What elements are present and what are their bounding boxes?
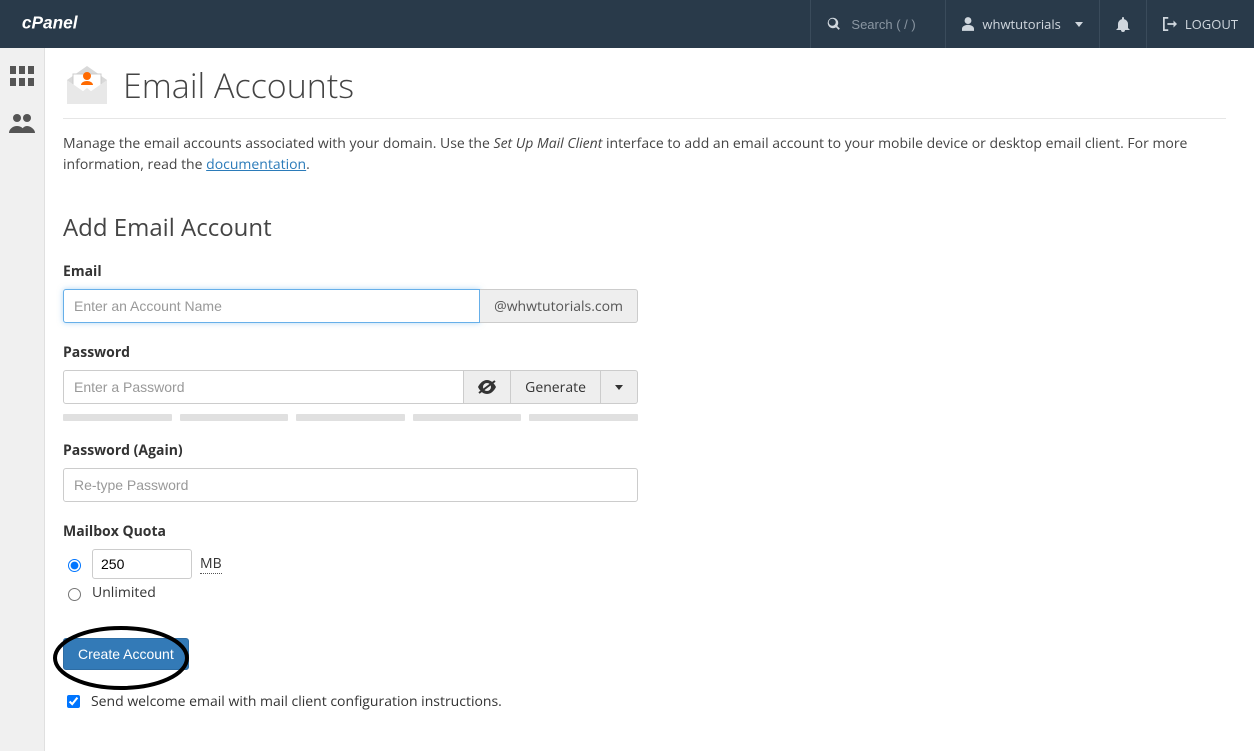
welcome-email-label: Send welcome email with mail client conf… — [91, 692, 502, 711]
email-accounts-icon — [63, 64, 111, 106]
notifications-button[interactable] — [1099, 0, 1146, 48]
logout-icon — [1163, 17, 1177, 31]
page-intro: Manage the email accounts associated wit… — [63, 133, 1226, 175]
password-group: Password Generate — [63, 343, 653, 421]
email-group: Email @whwtutorials.com — [63, 262, 653, 323]
grid-icon — [10, 66, 34, 86]
page-titlebar: Email Accounts — [63, 62, 1226, 119]
welcome-email-row: Send welcome email with mail client conf… — [63, 692, 1226, 711]
quota-unlimited-label: Unlimited — [92, 583, 156, 602]
quota-unlimited-radio[interactable] — [68, 588, 81, 601]
cpanel-logo[interactable]: cPanel — [0, 0, 138, 48]
sidebar-apps-button[interactable] — [10, 66, 34, 91]
documentation-link[interactable]: documentation — [206, 155, 306, 174]
generate-password-dropdown[interactable] — [601, 370, 638, 404]
chevron-down-icon — [615, 385, 623, 390]
welcome-email-checkbox[interactable] — [67, 695, 80, 708]
search-icon — [827, 17, 841, 31]
quota-unit: MB — [200, 554, 222, 574]
email-label: Email — [63, 262, 653, 281]
main-content: Email Accounts Manage the email accounts… — [44, 48, 1254, 751]
logout-button[interactable]: LOGOUT — [1146, 0, 1254, 48]
users-icon — [9, 113, 35, 133]
sidebar-users-button[interactable] — [9, 113, 35, 138]
quota-group: Mailbox Quota MB Unlimited — [63, 522, 653, 602]
quota-label: Mailbox Quota — [63, 522, 653, 541]
generate-password-button[interactable]: Generate — [511, 370, 601, 404]
create-account-highlight: Create Account — [63, 638, 189, 670]
search-input[interactable] — [849, 16, 929, 33]
password-strength-meter — [63, 414, 638, 421]
quota-value-input[interactable] — [92, 549, 192, 579]
left-sidebar — [0, 48, 44, 751]
logout-label: LOGOUT — [1185, 15, 1238, 33]
quota-limited-radio[interactable] — [68, 559, 81, 572]
topbar-search[interactable] — [810, 0, 945, 48]
svg-text:cPanel: cPanel — [22, 13, 79, 33]
intro-text-1: Manage the email accounts associated wit… — [63, 134, 494, 153]
password-input[interactable] — [63, 370, 464, 404]
password-again-label: Password (Again) — [63, 441, 653, 460]
topbar: cPanel whwtutorials LOGOUT — [0, 0, 1254, 48]
intro-em: Set Up Mail Client — [494, 134, 603, 153]
bell-icon — [1116, 16, 1130, 32]
intro-text-3: . — [306, 155, 310, 174]
create-account-button[interactable]: Create Account — [63, 638, 189, 670]
eye-slash-icon — [478, 380, 496, 394]
email-input[interactable] — [63, 289, 480, 323]
page-title: Email Accounts — [123, 62, 354, 108]
chevron-down-icon — [1075, 22, 1083, 27]
user-icon — [962, 17, 974, 31]
user-menu[interactable]: whwtutorials — [945, 0, 1098, 48]
toggle-password-visibility-button[interactable] — [464, 370, 511, 404]
password-label: Password — [63, 343, 653, 362]
email-domain-suffix: @whwtutorials.com — [480, 289, 638, 323]
username-label: whwtutorials — [982, 15, 1060, 33]
section-heading: Add Email Account — [63, 211, 1226, 244]
password-again-input[interactable] — [63, 468, 638, 502]
password-again-group: Password (Again) — [63, 441, 653, 502]
